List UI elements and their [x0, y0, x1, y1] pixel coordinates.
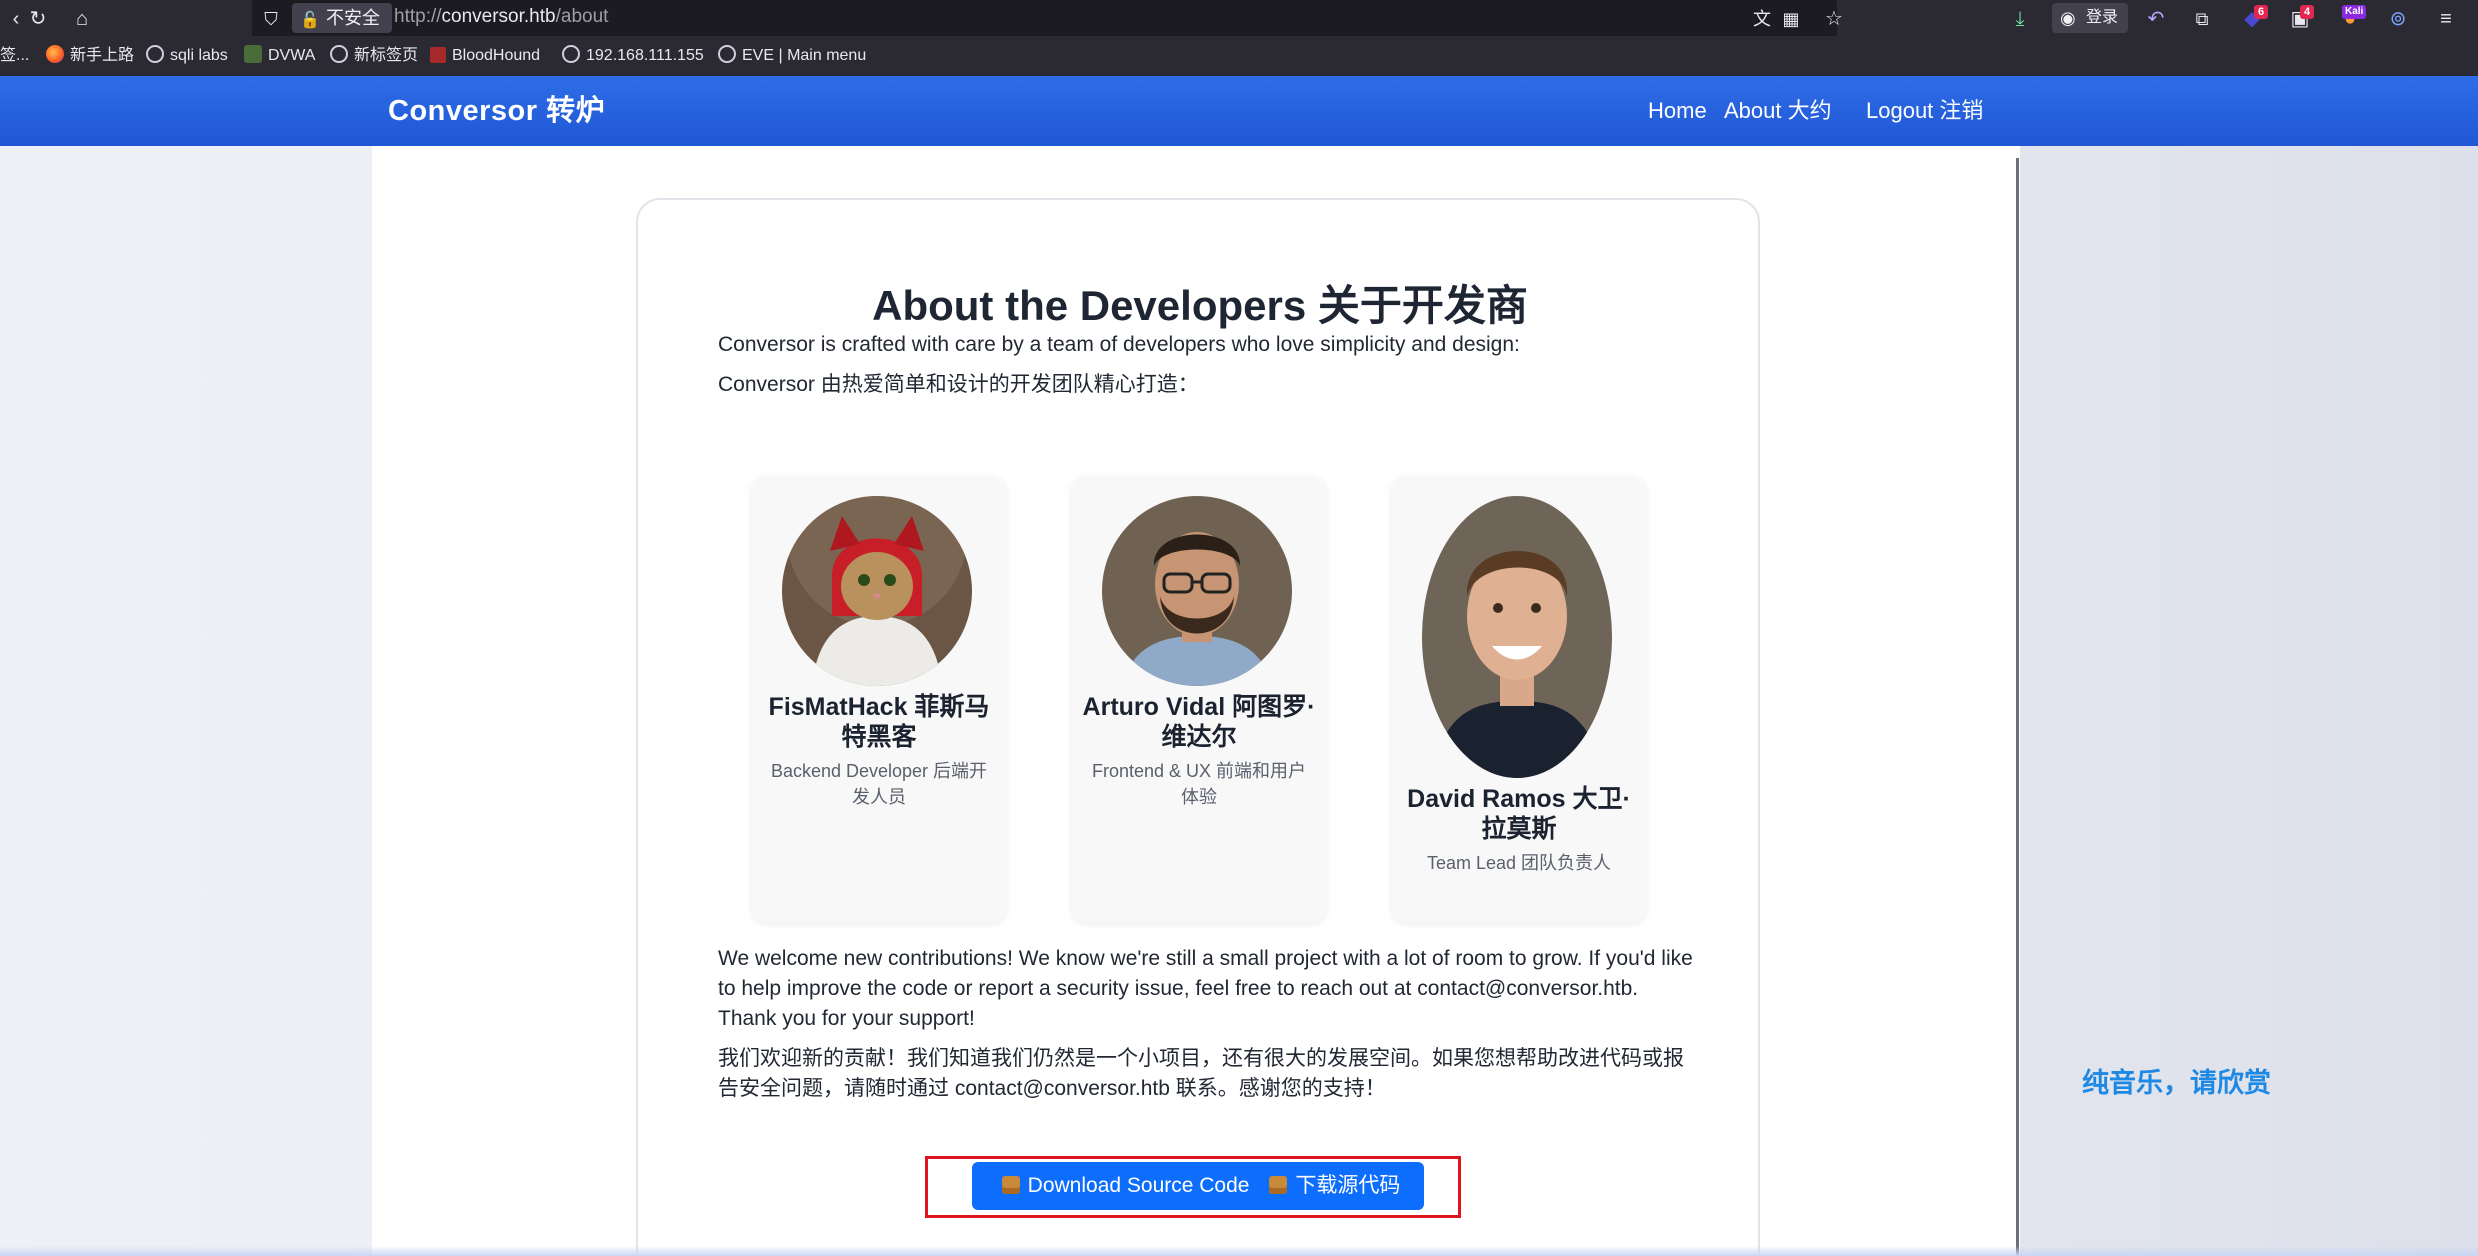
developer-name: Arturo Vidal 阿图罗·维达尔	[1082, 693, 1316, 751]
package-icon	[1269, 1176, 1288, 1194]
nav-link-logout[interactable]: Logout 注销	[1866, 76, 1983, 146]
welcome-text-zh: 我们欢迎新的贡献！我们知道我们仍然是一个小项目，还有很大的发展空间。如果您想帮助…	[718, 1047, 1684, 1100]
nav-link-home[interactable]: Home	[1648, 76, 1707, 146]
translate-icon[interactable]: 文	[1748, 5, 1776, 33]
nav-link-about[interactable]: About 大约	[1724, 76, 1832, 146]
developer-name: David Ramos 大卫·拉莫斯	[1407, 785, 1631, 843]
developer-name: FisMatHack 菲斯马特黑客	[768, 693, 990, 751]
developer-avatar-david	[1422, 496, 1612, 778]
bookmark-label: 签...	[0, 47, 30, 64]
developer-avatar-cat	[782, 496, 972, 686]
globe-icon	[330, 45, 348, 63]
security-indicator[interactable]: 🔓 不安全	[292, 3, 392, 33]
developer-role: Backend Developer 后端开发人员	[770, 761, 988, 807]
bookmark-label: DVWA	[268, 47, 316, 64]
kali-extension-icon[interactable]: ● Kali	[2336, 5, 2367, 33]
firefox-icon	[46, 45, 64, 63]
developer-card: FisMatHack 菲斯马特黑客 Backend Developer 后端开发…	[752, 476, 1006, 922]
globe-icon	[718, 45, 736, 63]
extension-badge: 6	[2254, 5, 2268, 19]
extension-circle-icon[interactable]: ⊚	[2384, 5, 2412, 33]
extension-calendar-icon[interactable]: ▣ 4	[2286, 5, 2314, 33]
login-label: 登录	[2086, 9, 2119, 26]
reload-icon[interactable]: ↻	[24, 5, 52, 33]
welcome-text-en: We welcome new contributions! We know we…	[718, 947, 1693, 1030]
bookmark-label: 新标签页	[354, 47, 419, 64]
menu-icon[interactable]: ≡	[2432, 5, 2460, 33]
developer-role: Frontend & UX 前端和用户体验	[1091, 761, 1307, 807]
bookmarks-bar: 签... 新手上路 sqli labs DVWA 新标签页 BloodHound…	[0, 36, 2478, 76]
security-label: 不安全	[326, 8, 380, 28]
bookmark-label: 192.168.111.155	[586, 47, 704, 64]
dvwa-icon	[244, 45, 262, 63]
developer-card: David Ramos 大卫·拉莫斯 Team Lead 团队负责人	[1392, 476, 1646, 922]
shield-icon[interactable]: ⛉	[257, 5, 285, 33]
bookmark-label: BloodHound	[452, 47, 541, 64]
developer-avatar-arturo	[1102, 496, 1292, 686]
extension-shield-icon[interactable]: ◆ 6	[2238, 5, 2268, 33]
download-label-zh: 下载源代码	[1295, 1174, 1401, 1197]
bookmark-star-icon[interactable]: ☆	[1820, 5, 1848, 33]
qr-code-icon[interactable]: ▦	[1777, 5, 1805, 33]
browser-toolbar: ‹ ↻ ⌂ ⛉ 🔓 不安全 http://conversor.htb/about…	[0, 0, 2478, 36]
bookmark-item[interactable]: DVWA	[244, 36, 315, 76]
download-icon[interactable]: ⤓	[2006, 5, 2034, 33]
bookmark-item[interactable]: BloodHound	[430, 36, 540, 76]
download-label-en: Download Source Code	[1027, 1174, 1250, 1197]
package-icon	[1001, 1176, 1020, 1194]
content-column: About the Developers 关于开发商 Conversor is …	[372, 146, 2020, 1256]
bottom-edge	[0, 1246, 2478, 1256]
bookmark-item[interactable]: 签...	[0, 36, 29, 76]
developer-role: Team Lead 团队负责人	[1426, 853, 1612, 873]
site-brand[interactable]: Conversor 转炉	[388, 76, 605, 146]
account-icon: ◉	[2060, 8, 2076, 28]
scrollbar[interactable]	[2016, 158, 2019, 1256]
globe-icon	[562, 45, 580, 63]
bloodhound-icon	[430, 47, 446, 63]
music-caption: 纯音乐，请欣赏	[2082, 1068, 2271, 1098]
about-card: About the Developers 关于开发商 Conversor is …	[636, 198, 1760, 1256]
download-source-button[interactable]: Download Source Code 下载源代码	[972, 1162, 1424, 1210]
bookmark-item[interactable]: 192.168.111.155	[562, 36, 704, 76]
account-button[interactable]: ◉ 登录	[2052, 3, 2129, 33]
bookmark-item[interactable]: EVE | Main menu	[718, 36, 866, 76]
bookmark-item[interactable]: 新手上路	[46, 36, 134, 76]
developer-card: Arturo Vidal 阿图罗·维达尔 Frontend & UX 前端和用户…	[1072, 476, 1326, 922]
url-path: /about	[555, 6, 609, 27]
page-viewport: Conversor 转炉 Home About 大约 Logout 注销 Abo…	[0, 76, 2478, 1256]
home-icon[interactable]: ⌂	[68, 5, 96, 33]
extensions-icon[interactable]: ⧉	[2188, 5, 2216, 33]
kali-badge: Kali	[2342, 5, 2367, 19]
broken-lock-icon: 🔓	[300, 12, 320, 29]
url-host: conversor.htb	[441, 6, 556, 27]
bookmark-item[interactable]: 新标签页	[330, 36, 418, 76]
globe-icon	[146, 45, 164, 63]
bookmark-label: 新手上路	[70, 47, 135, 64]
page-title: About the Developers 关于开发商	[872, 282, 1528, 329]
extension-badge: 4	[2300, 5, 2314, 19]
bookmark-label: EVE | Main menu	[742, 47, 867, 64]
site-navbar: Conversor 转炉 Home About 大约 Logout 注销	[0, 76, 2478, 146]
bookmark-label: sqli labs	[170, 47, 228, 64]
bookmark-item[interactable]: sqli labs	[146, 36, 228, 76]
undo-icon[interactable]: ↶	[2142, 5, 2170, 33]
intro-text-en: Conversor is crafted with care by a team…	[718, 333, 1520, 356]
intro-text-zh: Conversor 由热爱简单和设计的开发团队精心打造：	[718, 373, 1199, 396]
url-prefix: http://	[394, 6, 442, 27]
url-text[interactable]: http://conversor.htb/about	[394, 0, 608, 36]
